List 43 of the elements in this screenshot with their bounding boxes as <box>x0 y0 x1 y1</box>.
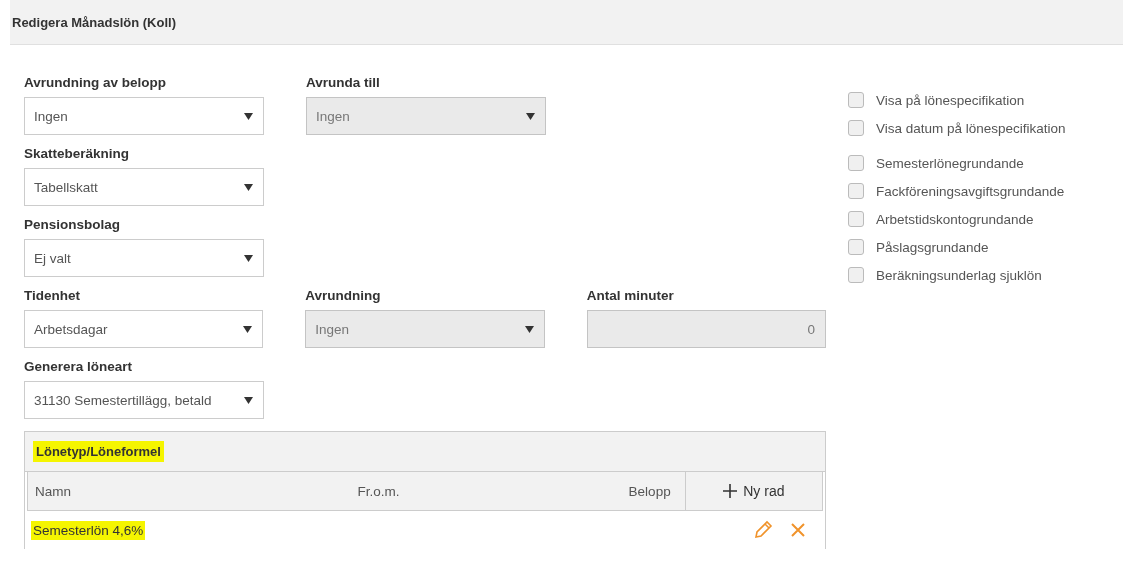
column-header: Belopp <box>627 483 672 499</box>
dropdown[interactable]: Ej valt <box>24 239 264 277</box>
field-label: Antal minuter <box>586 288 675 304</box>
dropdown[interactable]: Ingen <box>24 97 264 135</box>
field-label: Tidenhet <box>24 288 81 304</box>
field-label: Avrunda till <box>306 75 381 91</box>
checkbox-label: Visa datum på lönespecifikation <box>876 120 1066 136</box>
dialog-title: Redigera Månadslön (Koll) <box>12 14 176 30</box>
checkbox[interactable] <box>848 239 864 255</box>
column-header: Namn <box>34 483 72 499</box>
close-icon[interactable] <box>791 523 805 537</box>
checkbox-label: Arbetstidskontogrundande <box>876 211 1034 227</box>
checkbox[interactable] <box>848 211 864 227</box>
pencil-icon[interactable] <box>753 520 773 540</box>
caret-icon <box>526 112 535 120</box>
checkbox[interactable] <box>848 92 864 108</box>
field-label: Generera löneart <box>24 359 134 375</box>
caret-icon <box>243 325 253 333</box>
field-label: Pensionsbolag <box>24 217 122 233</box>
checkbox[interactable] <box>848 183 864 199</box>
field-label: Avrundning <box>305 288 382 304</box>
checkbox-label: Fackföreningsavgiftsgrundande <box>876 183 1065 199</box>
dropdown[interactable]: Tabellskatt <box>24 168 264 206</box>
checkbox[interactable] <box>848 120 864 136</box>
plus-icon <box>723 484 738 498</box>
caret-icon <box>244 112 253 120</box>
field-label: Avrundning av belopp <box>24 75 167 91</box>
checkbox-label: Påslagsgrundande <box>876 239 989 255</box>
dropdown[interactable]: Arbetsdagar <box>24 310 264 348</box>
table-cell: Semesterlön 4,6% <box>31 520 146 540</box>
caret-icon <box>244 396 253 404</box>
panel-title: Lönetyp/Löneformel <box>33 441 164 462</box>
caret-icon <box>244 254 253 262</box>
caret-icon <box>524 325 534 333</box>
dropdown[interactable]: 31130 Semestertillägg, betald <box>24 381 264 419</box>
checkbox[interactable] <box>848 267 864 283</box>
checkbox[interactable] <box>848 155 864 171</box>
checkbox-label: Semesterlönegrundande <box>876 155 1024 171</box>
caret-icon <box>244 183 253 191</box>
column-header: Fr.o.m. <box>356 483 401 499</box>
checkbox-label: Visa på lönespecifikation <box>876 92 1025 108</box>
checkbox-label: Beräkningsunderlag sjuklön <box>876 267 1042 283</box>
field-label: Skatteberäkning <box>24 146 131 162</box>
